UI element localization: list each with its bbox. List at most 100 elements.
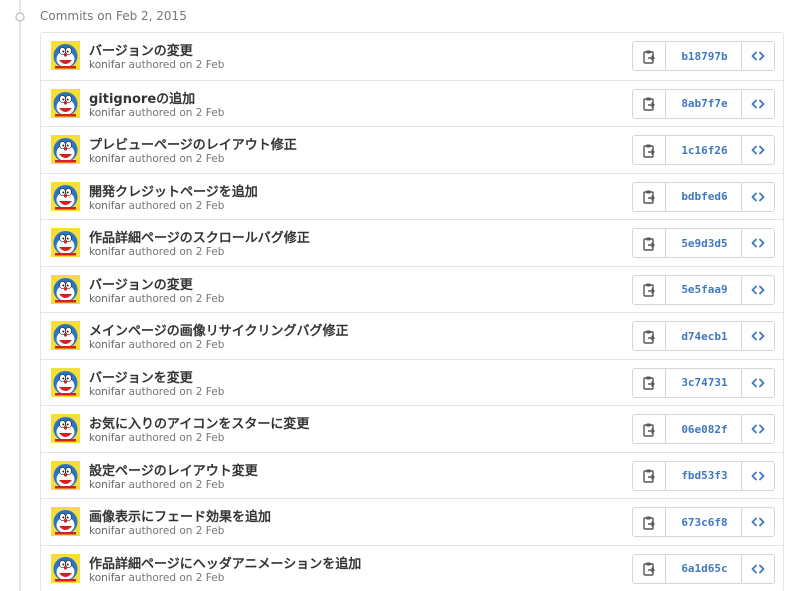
avatar-image — [51, 460, 80, 490]
code-icon — [751, 517, 765, 527]
commit-author[interactable]: konifar — [89, 153, 125, 165]
copy-sha-button[interactable] — [633, 275, 666, 304]
commit-meta: konifar authored on 2 Feb — [89, 339, 224, 351]
commit-author[interactable]: konifar — [89, 107, 125, 119]
sha-button-group: 8ab7f7e — [632, 88, 744, 119]
sha-button-group: bdbfed6 — [632, 181, 744, 212]
browse-repo-button[interactable] — [741, 274, 775, 305]
commit-sha-link[interactable]: 5e9d3d5 — [666, 229, 743, 257]
commit-author[interactable]: konifar — [89, 293, 125, 305]
commit-title[interactable]: 設定ページのレイアウト変更 — [89, 460, 258, 479]
commit-author[interactable]: konifar — [89, 525, 125, 537]
commit-meta: konifar authored on 2 Feb — [89, 246, 224, 258]
browse-repo-button[interactable] — [741, 460, 775, 491]
commit-title[interactable]: gitignoreの追加 — [89, 88, 195, 107]
commit-meta: konifar authored on 2 Feb — [89, 153, 224, 165]
avatar[interactable] — [51, 41, 80, 70]
copy-sha-button[interactable] — [633, 461, 666, 490]
commit-sha-link[interactable]: 8ab7f7e — [666, 90, 743, 118]
commit-authored-date: authored on 2 Feb — [128, 385, 225, 398]
commit-sha-link[interactable]: 673c6f8 — [666, 508, 743, 536]
commit-author[interactable]: konifar — [89, 339, 125, 351]
avatar[interactable] — [51, 414, 80, 443]
commit-sha-link[interactable]: 3c74731 — [666, 369, 743, 397]
commit-meta: konifar authored on 2 Feb — [89, 479, 224, 491]
code-icon — [751, 285, 765, 294]
browse-repo-button[interactable] — [741, 553, 775, 584]
browse-repo-button[interactable] — [741, 228, 775, 258]
commit-author[interactable]: konifar — [89, 246, 125, 258]
commit-author[interactable]: konifar — [89, 386, 125, 398]
avatar[interactable] — [51, 274, 80, 304]
commit-sha-link[interactable]: bdbfed6 — [666, 183, 743, 211]
browse-repo-button[interactable] — [741, 135, 775, 165]
copy-sha-button[interactable] — [633, 89, 666, 118]
browse-repo-button[interactable] — [741, 507, 775, 537]
copy-sha-button[interactable] — [633, 322, 666, 350]
copy-sha-button[interactable] — [633, 136, 666, 164]
browse-repo-button[interactable] — [741, 41, 775, 71]
commit-author[interactable]: konifar — [89, 59, 125, 71]
browse-repo-button[interactable] — [741, 321, 775, 351]
commit-title[interactable]: 作品詳細ページにヘッダアニメーションを追加 — [89, 553, 361, 572]
commit-title[interactable]: 作品詳細ページのスクロールバグ修正 — [89, 227, 310, 246]
sha-button-group: b18797b — [632, 41, 744, 71]
browse-repo-button[interactable] — [741, 367, 775, 398]
code-icon — [751, 145, 765, 155]
commit-sha-link[interactable]: 06e082f — [666, 415, 743, 443]
copy-sha-button[interactable] — [633, 508, 666, 536]
avatar-image — [51, 321, 80, 350]
commit-sha-link[interactable]: 5e5faa9 — [666, 276, 743, 304]
avatar[interactable] — [51, 367, 80, 397]
commit-title[interactable]: 開発クレジットページを追加 — [89, 181, 258, 200]
commit-group-title: Commits on Feb 2, 2015 — [40, 9, 187, 23]
commit-sha-link[interactable]: d74ecb1 — [666, 322, 743, 350]
avatar[interactable] — [51, 88, 80, 118]
sha-button-group: 5e9d3d5 — [632, 228, 744, 258]
commit-title[interactable]: バージョンの変更 — [89, 40, 193, 59]
avatar[interactable] — [51, 228, 80, 257]
clippy-icon — [643, 376, 656, 390]
avatar[interactable] — [51, 321, 80, 350]
copy-sha-button[interactable] — [633, 415, 666, 443]
commit-meta: konifar authored on 2 Feb — [89, 293, 224, 305]
commit-title[interactable]: バージョンを変更 — [89, 367, 193, 386]
avatar-image — [51, 553, 80, 583]
commit-sha-link[interactable]: 1c16f26 — [666, 136, 743, 164]
avatar[interactable] — [51, 460, 80, 490]
avatar[interactable] — [51, 507, 80, 536]
commit-title[interactable]: 画像表示にフェード効果を追加 — [89, 506, 271, 525]
avatar[interactable] — [51, 135, 80, 164]
commit-title[interactable]: メインページの画像リサイクリングバグ修正 — [89, 320, 348, 339]
clippy-icon — [643, 423, 656, 437]
commit-author[interactable]: konifar — [89, 479, 125, 491]
clippy-icon — [643, 237, 656, 251]
code-icon — [751, 51, 765, 61]
browse-repo-button[interactable] — [741, 88, 775, 119]
avatar[interactable] — [51, 553, 80, 583]
commit-author[interactable]: konifar — [89, 432, 125, 444]
browse-repo-button[interactable] — [741, 181, 775, 212]
commit-sha-link[interactable]: 6a1d65c — [666, 555, 743, 583]
commit-row: 設定ページのレイアウト変更 konifar authored on 2 Feb … — [41, 451, 783, 499]
commit-title[interactable]: バージョンの変更 — [89, 274, 193, 293]
code-icon — [751, 564, 765, 573]
commit-meta: konifar authored on 2 Feb — [89, 432, 224, 444]
browse-repo-button[interactable] — [741, 414, 775, 444]
commit-author[interactable]: konifar — [89, 572, 125, 584]
copy-sha-button[interactable] — [633, 229, 666, 257]
copy-sha-button[interactable] — [633, 182, 666, 211]
commit-sha-link[interactable]: fbd53f3 — [666, 462, 743, 490]
copy-sha-button[interactable] — [633, 42, 666, 70]
commit-meta: konifar authored on 2 Feb — [89, 200, 224, 212]
avatar[interactable] — [51, 181, 80, 211]
sha-button-group: 06e082f — [632, 414, 744, 444]
commit-author[interactable]: konifar — [89, 200, 125, 212]
commit-title[interactable]: プレビューページのレイアウト修正 — [89, 134, 297, 153]
commit-title[interactable]: お気に入りのアイコンをスターに変更 — [89, 413, 309, 432]
copy-sha-button[interactable] — [633, 368, 666, 397]
sha-button-group: 5e5faa9 — [632, 274, 744, 305]
commit-authored-date: authored on 2 Feb — [128, 199, 225, 212]
commit-sha-link[interactable]: b18797b — [666, 42, 743, 70]
copy-sha-button[interactable] — [633, 554, 666, 583]
